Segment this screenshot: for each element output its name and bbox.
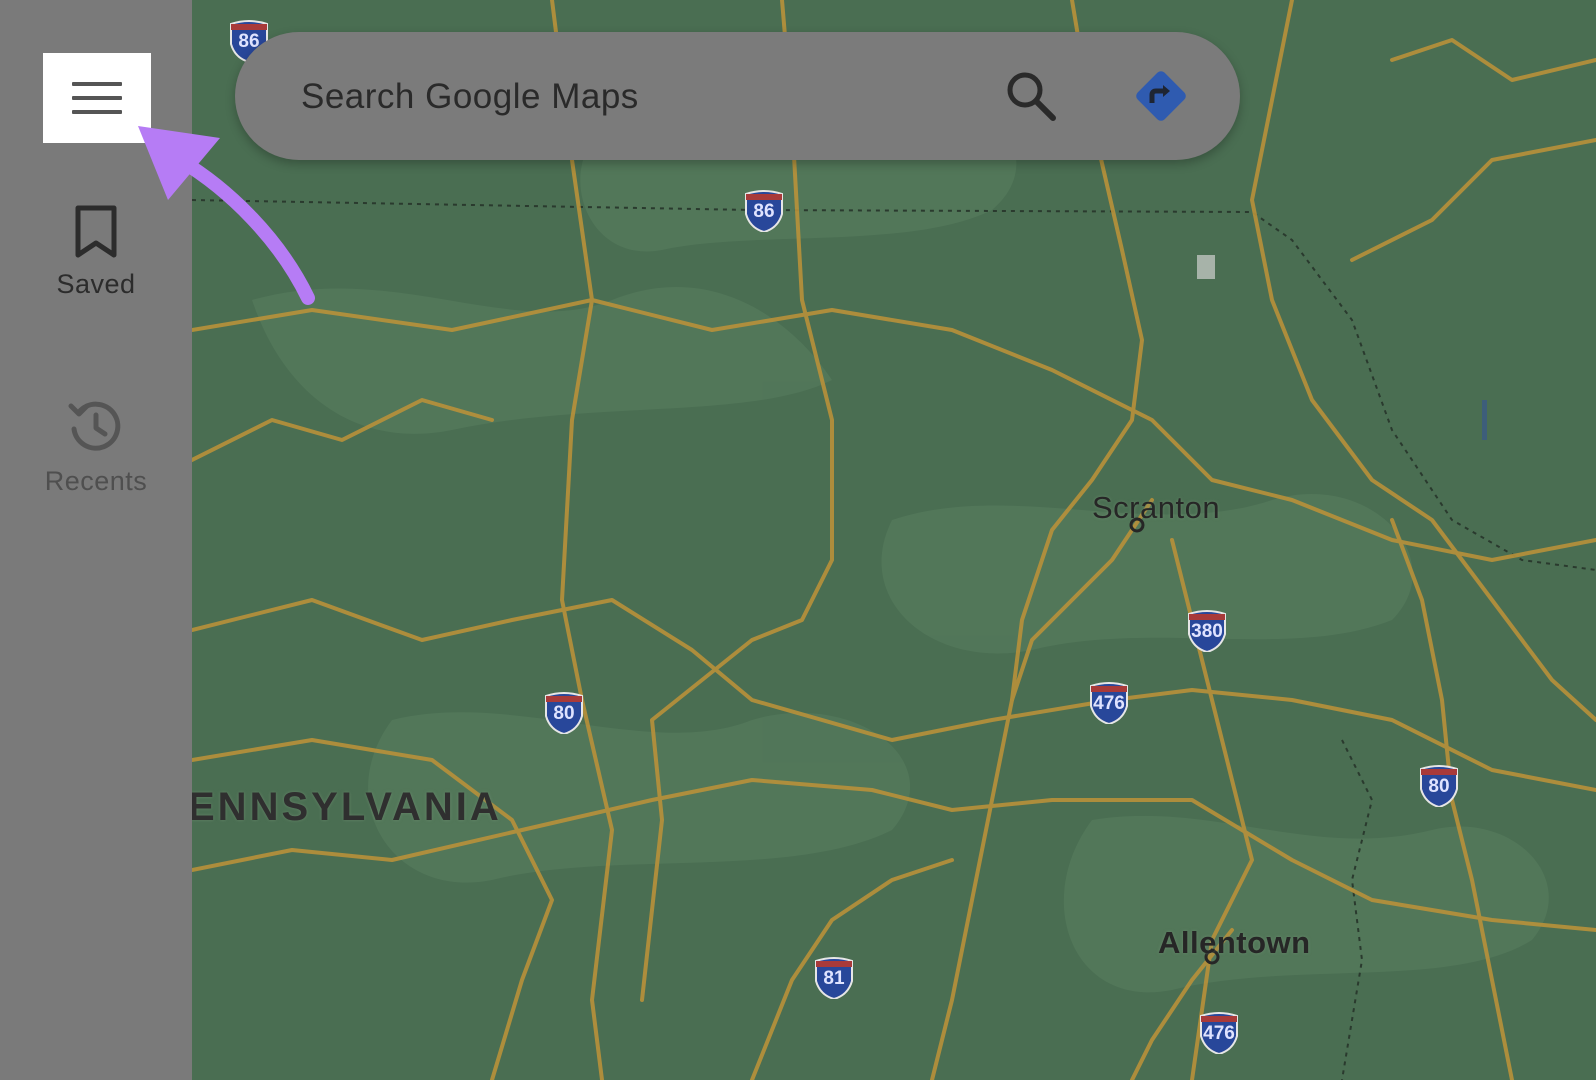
history-icon [68, 401, 121, 451]
menu-button[interactable] [43, 53, 151, 143]
route-shield-label: 86 [753, 201, 775, 222]
directions-icon[interactable] [1130, 65, 1192, 127]
route-shield-label: 81 [823, 968, 845, 989]
route-shield: 80 [1417, 763, 1461, 807]
hamburger-menu-icon [72, 82, 122, 114]
search-input[interactable] [299, 68, 903, 126]
place-label-scranton[interactable]: Scranton [1092, 490, 1220, 526]
route-shield: 380 [1185, 608, 1229, 652]
route-shield: 86 [742, 188, 786, 232]
state-label: ENNSYLVANIA [188, 785, 502, 829]
route-shield-label: 476 [1093, 693, 1125, 714]
route-shield: 476 [1087, 680, 1131, 724]
route-shield-label: 80 [553, 703, 575, 724]
map-canvas[interactable]: 86 86 80 380 476 80 81 476 [192, 0, 1596, 1080]
sidebar-item-recents[interactable]: Recents [0, 398, 192, 497]
route-shield: 476 [1197, 1010, 1241, 1054]
sidebar-item-label: Recents [44, 466, 148, 496]
route-shield-label: 80 [1428, 776, 1450, 797]
search-icon[interactable] [1005, 70, 1057, 122]
sidebar-item-label: Saved [56, 269, 136, 299]
sidebar: Saved Recents [0, 0, 192, 1080]
route-shield-label: 380 [1191, 621, 1223, 642]
route-shield: 81 [812, 955, 856, 999]
place-label-allentown[interactable]: Allentown [1158, 925, 1311, 961]
sidebar-item-saved[interactable]: Saved [0, 205, 192, 300]
map-roads [192, 0, 1596, 1080]
bookmark-icon [75, 205, 117, 258]
search-bar [235, 32, 1240, 160]
route-shield-label: 476 [1203, 1023, 1235, 1044]
route-shield: 80 [542, 690, 586, 734]
